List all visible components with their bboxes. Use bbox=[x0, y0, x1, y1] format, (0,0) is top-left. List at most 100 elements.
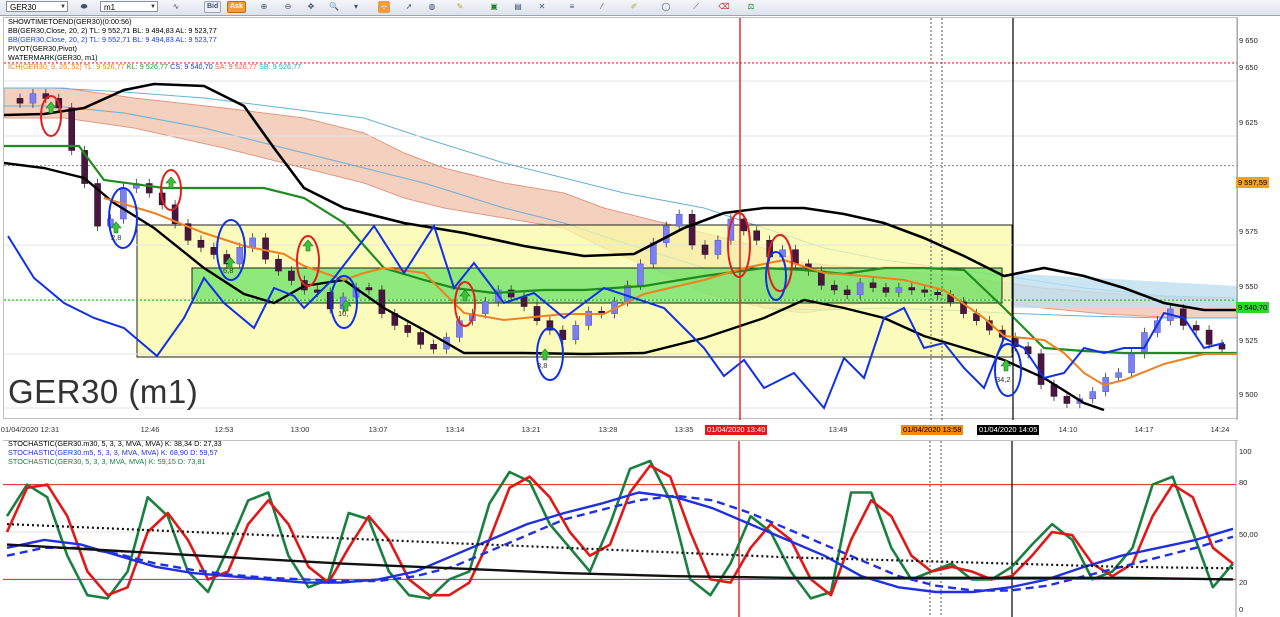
bid-button[interactable]: Bid bbox=[204, 1, 222, 13]
candle bbox=[1128, 353, 1135, 374]
candle bbox=[792, 249, 799, 265]
price-chart-panel[interactable]: 2,8 6,8 10, 3,8 34,2 bbox=[3, 17, 1238, 420]
symbol-select[interactable]: GER30 ▼ bbox=[6, 1, 68, 12]
ichimoku-tl: ICH(GER30, 9, 26, 52) TL: 9 526,77 bbox=[8, 62, 125, 71]
line-tool-icon[interactable]: ⟋ bbox=[690, 1, 702, 13]
marker-time-tag: 01/04/2020 13:40 bbox=[705, 425, 768, 435]
menu-lines-icon[interactable]: ≡ bbox=[566, 1, 578, 13]
x-axis-label: 13:49 bbox=[828, 425, 848, 434]
pointer-icon[interactable]: ➚ bbox=[403, 1, 415, 13]
y-axis-label: 9 575 bbox=[1239, 227, 1258, 236]
candle bbox=[662, 225, 670, 243]
candle bbox=[1205, 329, 1213, 345]
candle bbox=[29, 93, 37, 104]
candle bbox=[68, 107, 75, 151]
candle bbox=[481, 301, 489, 314]
x-axis-label: 12:53 bbox=[214, 425, 234, 434]
x-axis-label: 01/04/2020 12:31 bbox=[0, 425, 60, 434]
x-axis-label: 14:10 bbox=[1058, 425, 1078, 434]
stoch-y-label: 80 bbox=[1239, 478, 1248, 487]
candle bbox=[16, 98, 24, 104]
x-axis-label: 13:07 bbox=[368, 425, 388, 434]
timeframe-select[interactable]: m1 ▼ bbox=[100, 1, 158, 12]
candle bbox=[675, 213, 683, 227]
candle bbox=[843, 289, 851, 295]
pencil-icon[interactable]: ✎ bbox=[454, 1, 466, 13]
stoch-y-label: 50,00 bbox=[1239, 530, 1258, 539]
candle bbox=[908, 287, 916, 291]
x-axis-label: 13:00 bbox=[290, 425, 310, 434]
marker-value-label: 2,8 bbox=[111, 233, 121, 242]
x-axis-label: 13:21 bbox=[521, 425, 541, 434]
shape-icon[interactable]: ◯ bbox=[660, 1, 672, 13]
buy-arrow-icon bbox=[165, 176, 177, 189]
balance-icon[interactable]: ⚖ bbox=[745, 1, 757, 13]
toolbar: GER30 ▼ ⬬ m1 ▼ ∿ Bid Ask ⊕ ⊖ ✥ 🔍 ▾ ⊹ ➚ ◍… bbox=[0, 0, 1280, 16]
eraser-icon[interactable]: ⌫ bbox=[718, 1, 730, 13]
magnifier-icon[interactable]: 🔍 bbox=[328, 1, 340, 13]
candle bbox=[365, 287, 373, 291]
globe-icon[interactable]: ◍ bbox=[426, 1, 438, 13]
chart-type-icon[interactable]: ⬬ bbox=[78, 1, 90, 13]
ichimoku-cloud-lower bbox=[1004, 273, 1237, 308]
picture-icon[interactable]: ▣ bbox=[488, 1, 500, 13]
trend-line-icon[interactable]: ⁄ bbox=[596, 1, 608, 13]
x-axis-label: 13:35 bbox=[674, 425, 694, 434]
candle bbox=[882, 287, 890, 293]
candle bbox=[404, 325, 412, 333]
candle bbox=[895, 287, 903, 293]
symbol-value: GER30 bbox=[10, 3, 37, 12]
ichimoku-sa: SA: 9 526,77 bbox=[214, 62, 257, 71]
candle bbox=[830, 284, 838, 291]
candle bbox=[753, 230, 761, 241]
candle bbox=[1192, 325, 1200, 331]
x-axis-label: 12:46 bbox=[140, 425, 160, 434]
candle bbox=[1115, 372, 1122, 378]
stoch-y-label: 0 bbox=[1239, 605, 1244, 614]
brush-icon[interactable]: ✐ bbox=[628, 1, 640, 13]
stoch-y-label: 20 bbox=[1239, 578, 1248, 587]
candle bbox=[572, 325, 580, 340]
candle bbox=[856, 282, 864, 295]
candle bbox=[197, 239, 205, 248]
stoch-legend-m1: STOCHASTIC(GER30, 5, 3, 3, MVA, MVA) K: … bbox=[8, 457, 206, 466]
chart-watermark: GER30 (m1) bbox=[8, 373, 199, 410]
candle bbox=[520, 296, 528, 307]
candle bbox=[921, 289, 929, 293]
highlight-ellipse bbox=[160, 169, 182, 211]
chevron-down-icon: ▼ bbox=[150, 4, 156, 10]
line-chart-icon[interactable]: ∿ bbox=[170, 1, 182, 13]
chevron-down-icon[interactable]: ▾ bbox=[350, 1, 362, 13]
candle bbox=[275, 258, 282, 272]
zoom-in-icon[interactable]: ⊕ bbox=[258, 1, 270, 13]
marker-time-tag: 01/04/2020 13:58 bbox=[901, 425, 964, 435]
ichimoku-legend: ICH(GER30, 9, 26, 52) TL: 9 526,77 KL: 9… bbox=[8, 62, 302, 72]
zoom-out-icon[interactable]: ⊖ bbox=[282, 1, 294, 13]
ichimoku-kl: KL: 9 526,77 bbox=[126, 62, 169, 71]
timeframe-value: m1 bbox=[104, 3, 116, 12]
candle bbox=[288, 270, 295, 281]
y-axis-label: 9 500 bbox=[1239, 390, 1258, 399]
crosshair-icon[interactable]: ⊹ bbox=[378, 1, 390, 13]
chevron-down-icon: ▼ bbox=[60, 4, 66, 10]
pan-icon[interactable]: ✥ bbox=[305, 1, 317, 13]
ask-button[interactable]: Ask bbox=[227, 1, 246, 13]
current-price-tag: 9 540,70 bbox=[1236, 302, 1270, 313]
x-axis-label: 14:17 bbox=[1134, 425, 1154, 434]
y-axis-label: 9 625 bbox=[1239, 118, 1258, 127]
candle bbox=[533, 306, 541, 321]
candle bbox=[236, 247, 244, 265]
y-axis-label: 9 650 bbox=[1239, 36, 1258, 45]
candle bbox=[934, 292, 941, 295]
stochastic-svg bbox=[3, 441, 1237, 617]
candle bbox=[1063, 396, 1071, 404]
pivot-price-tag: 9 597,59 bbox=[1236, 177, 1270, 188]
ichimoku-sb: SB: 9 526,77 bbox=[259, 62, 302, 71]
y-axis-label: 9 550 bbox=[1239, 282, 1258, 291]
window-icon[interactable]: ▤ bbox=[512, 1, 524, 13]
stoch-y-label: 100 bbox=[1239, 447, 1252, 456]
candle bbox=[869, 282, 877, 288]
candle bbox=[249, 237, 256, 248]
candle bbox=[417, 332, 424, 345]
draw-tool-icon[interactable]: ✕ bbox=[536, 1, 548, 13]
